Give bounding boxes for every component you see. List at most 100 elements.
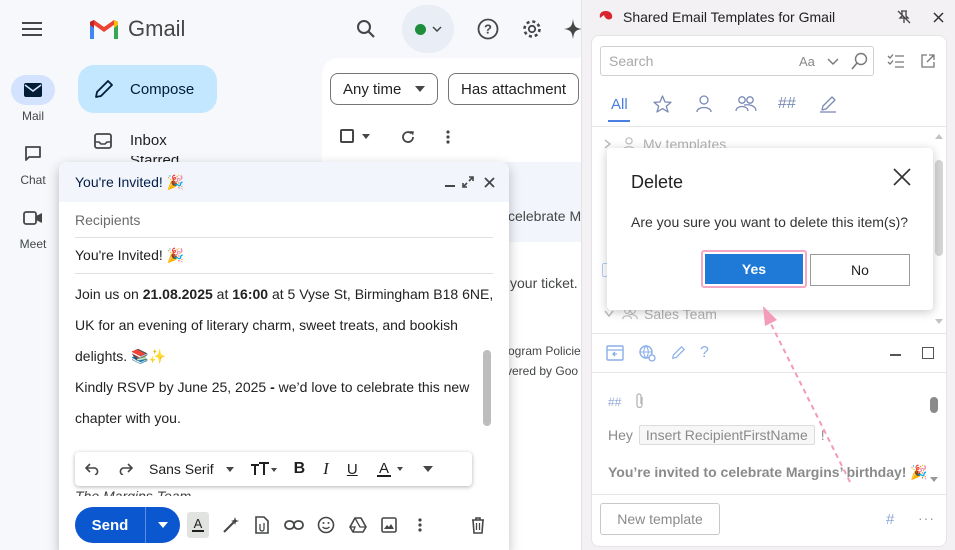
- svg-text:A: A: [193, 517, 202, 531]
- insert-link-icon[interactable]: [284, 520, 305, 530]
- compose-header[interactable]: You're Invited! 🎉: [59, 162, 509, 202]
- dialog-close-icon[interactable]: [891, 166, 913, 188]
- gmail-logo[interactable]: Gmail: [88, 16, 185, 42]
- rail-mail[interactable]: Mail: [0, 75, 66, 123]
- compose-label: Compose: [130, 80, 195, 98]
- caret-down-icon: [415, 86, 426, 92]
- filter-any-time-label: Any time: [343, 80, 402, 98]
- tree-scroll-down-icon[interactable]: [935, 319, 943, 324]
- rail-meet[interactable]: Meet: [0, 203, 66, 251]
- yes-button[interactable]: Yes: [705, 254, 803, 284]
- editor-scrollbar[interactable]: [930, 397, 938, 413]
- rail-meet-label: Meet: [19, 237, 47, 251]
- gmail-wordmark: Gmail: [128, 16, 186, 41]
- close-icon[interactable]: [482, 175, 496, 189]
- more-options-icon[interactable]: [411, 518, 429, 532]
- gemini-sparkle-icon[interactable]: [563, 17, 583, 41]
- panel-close-icon[interactable]: [930, 9, 946, 25]
- google-drive-icon[interactable]: [349, 517, 367, 533]
- template-search-input[interactable]: Search Aa: [600, 46, 874, 76]
- insert-photo-icon[interactable]: [380, 517, 398, 533]
- edit-pencil-icon[interactable]: [670, 345, 686, 361]
- match-case-toggle[interactable]: Aa: [799, 54, 815, 69]
- refresh-icon[interactable]: [398, 127, 418, 147]
- new-template-button[interactable]: New template: [600, 503, 720, 535]
- compose-scrollbar[interactable]: [483, 350, 491, 426]
- editor-scroll-down-icon[interactable]: [930, 477, 938, 482]
- chevron-down-icon: [604, 310, 614, 318]
- help-question-icon[interactable]: ?: [700, 344, 709, 362]
- editor-hashtag-icon[interactable]: ##: [608, 395, 621, 409]
- hashtag-insert-icon[interactable]: #: [886, 511, 894, 528]
- more-vert-icon[interactable]: [438, 127, 458, 147]
- share-settings-icon[interactable]: [638, 344, 656, 362]
- rail-mail-label: Mail: [21, 109, 44, 123]
- open-external-icon[interactable]: [918, 51, 938, 71]
- body-text: Kindly RSVP by June 25, 2025: [75, 379, 271, 395]
- editor-minimize-icon[interactable]: [890, 354, 901, 356]
- insert-template-icon[interactable]: [606, 345, 624, 361]
- subject-field[interactable]: You're Invited! 🎉: [75, 238, 493, 274]
- svg-text:?: ?: [484, 22, 492, 37]
- footer-powered-by: vered by Goo: [506, 364, 579, 378]
- tab-favorites-star-icon[interactable]: [652, 94, 672, 114]
- caret-down-icon: [225, 466, 234, 472]
- compose-title: You're Invited! 🎉: [75, 173, 185, 190]
- checklist-icon[interactable]: [886, 51, 906, 71]
- italic-icon[interactable]: I: [323, 459, 329, 479]
- font-family-select[interactable]: Sans Serif: [149, 461, 214, 477]
- more-options-icon[interactable]: ···: [918, 510, 935, 526]
- search-icon[interactable]: [851, 52, 869, 70]
- formatting-options-icon[interactable]: A: [187, 512, 209, 538]
- schedule-send-dropdown-icon[interactable]: [146, 522, 180, 528]
- status-dot-icon: [414, 23, 426, 35]
- filter-has-attachment[interactable]: Has attachment: [448, 73, 580, 105]
- search-icon[interactable]: [354, 17, 378, 41]
- inbox-icon: [94, 132, 112, 149]
- compose-window: You're Invited! 🎉 Recipients You're Invi…: [59, 162, 509, 550]
- redo-icon[interactable]: [115, 463, 135, 475]
- body-text: Join us on: [75, 286, 143, 302]
- rail-chat[interactable]: Chat: [0, 139, 66, 187]
- status-selector[interactable]: [402, 5, 454, 53]
- settings-gear-icon[interactable]: [520, 17, 544, 41]
- tab-drafts-pen-icon[interactable]: [818, 94, 838, 114]
- magic-wand-icon[interactable]: [222, 516, 240, 534]
- tab-hashtags[interactable]: ##: [778, 95, 796, 113]
- underline-icon[interactable]: U: [347, 461, 358, 478]
- template-editor-toolbar: ?: [606, 344, 709, 362]
- tree-scrollbar[interactable]: [935, 160, 943, 256]
- discard-trash-icon[interactable]: [469, 516, 487, 534]
- compose-button[interactable]: Compose: [78, 65, 217, 113]
- main-menu-icon[interactable]: [19, 17, 45, 41]
- editor-maximize-icon[interactable]: [922, 347, 934, 359]
- mail-icon: [11, 75, 55, 105]
- tab-my-templates-person-icon[interactable]: [694, 94, 714, 114]
- help-icon[interactable]: ?: [476, 17, 500, 41]
- paperclip-icon[interactable]: [635, 393, 645, 409]
- filter-any-time[interactable]: Any time: [330, 73, 439, 105]
- nav-item-inbox[interactable]: Inbox: [94, 132, 167, 149]
- unpin-icon[interactable]: [896, 9, 912, 25]
- undo-icon[interactable]: [83, 463, 103, 475]
- select-all-checkbox[interactable]: [340, 129, 370, 143]
- send-button[interactable]: Send: [75, 507, 180, 543]
- tab-all[interactable]: All: [611, 96, 628, 113]
- attach-file-icon[interactable]: [253, 516, 271, 534]
- bold-icon[interactable]: B: [294, 460, 306, 478]
- body-text: we’d love to celebrate this new: [274, 379, 470, 395]
- no-button[interactable]: No: [810, 254, 910, 286]
- chevron-down-icon[interactable]: [827, 58, 839, 65]
- minimize-icon[interactable]: [443, 175, 457, 189]
- emoji-icon[interactable]: [317, 516, 335, 534]
- tree-scroll-up-icon[interactable]: [935, 134, 943, 139]
- compose-actions: A: [187, 507, 487, 543]
- footer-program-policies-link[interactable]: ogram Policie: [508, 344, 581, 358]
- recipients-field[interactable]: Recipients: [75, 202, 493, 238]
- tab-shared-people-icon[interactable]: [734, 94, 758, 114]
- mail-row-snippet: celebrate M: [508, 208, 582, 224]
- more-formatting-icon[interactable]: [422, 466, 434, 472]
- text-color-icon[interactable]: A: [376, 461, 408, 477]
- text-size-icon[interactable]: [248, 462, 280, 476]
- fullscreen-icon[interactable]: [461, 175, 475, 189]
